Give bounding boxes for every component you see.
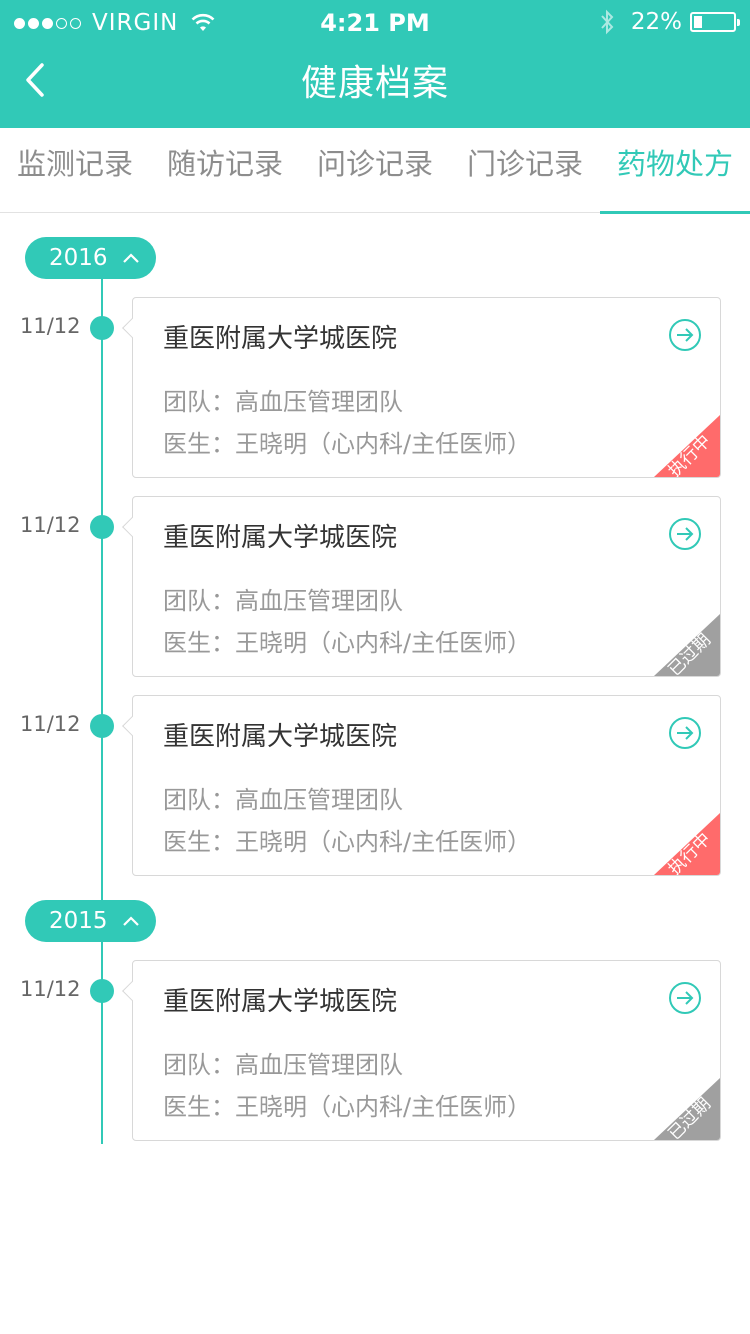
arrow-right-circle-icon[interactable] [668, 716, 702, 750]
status-ribbon: 执行中 [654, 415, 720, 477]
doctor-info: 医生：王晓明（心内科/主任医师） [163, 828, 532, 856]
status-ribbon: 执行中 [654, 813, 720, 875]
app-header: VIRGIN 4:21 PM 22% 健康档案 [0, 0, 750, 128]
arrow-right-circle-icon[interactable] [668, 318, 702, 352]
status-ribbon: 已过期 [654, 1078, 720, 1140]
prescription-card[interactable]: 重医附属大学城医院 团队：高血压管理团队 医生：王晓明（心内科/主任医师） 已过… [132, 960, 721, 1141]
entry-date: 11/12 [20, 314, 81, 338]
tab-medication-prescriptions[interactable]: 药物处方 [600, 128, 750, 214]
doctor-info: 医生：王晓明（心内科/主任医师） [163, 430, 532, 458]
battery-nub [737, 19, 740, 26]
bluetooth-icon [601, 9, 614, 35]
timeline-dot [90, 979, 114, 1003]
entry-date: 11/12 [20, 712, 81, 736]
prescription-card[interactable]: 重医附属大学城医院 团队：高血压管理团队 医生：王晓明（心内科/主任医师） 执行… [132, 297, 721, 478]
timeline-dot [90, 316, 114, 340]
tab-followup-records[interactable]: 随访记录 [150, 128, 300, 213]
tab-outpatient-records[interactable]: 门诊记录 [450, 128, 600, 213]
prescription-card[interactable]: 重医附属大学城医院 团队：高血压管理团队 医生：王晓明（心内科/主任医师） 执行… [132, 695, 721, 876]
year-toggle-2016[interactable]: 2016 [25, 237, 156, 279]
tab-consultation-records[interactable]: 问诊记录 [300, 128, 450, 213]
hospital-name: 重医附属大学城医院 [163, 523, 398, 553]
prescription-card[interactable]: 重医附属大学城医院 团队：高血压管理团队 医生：王晓明（心内科/主任医师） 已过… [132, 496, 721, 677]
hospital-name: 重医附属大学城医院 [163, 987, 398, 1017]
timeline-line [101, 278, 103, 901]
hospital-name: 重医附属大学城医院 [163, 324, 398, 354]
timeline-line [101, 941, 103, 1144]
doctor-info: 医生：王晓明（心内科/主任医师） [163, 1093, 532, 1121]
team-info: 团队：高血压管理团队 [163, 388, 403, 416]
team-info: 团队：高血压管理团队 [163, 1051, 403, 1079]
year-label: 2015 [49, 908, 108, 934]
chevron-up-icon [122, 916, 139, 926]
arrow-right-circle-icon[interactable] [668, 517, 702, 551]
year-toggle-2015[interactable]: 2015 [25, 900, 156, 942]
tab-monitoring-records[interactable]: 监测记录 [0, 128, 150, 213]
status-ribbon: 已过期 [654, 614, 720, 676]
arrow-right-circle-icon[interactable] [668, 981, 702, 1015]
tab-bar: 监测记录 随访记录 问诊记录 门诊记录 药物处方 [0, 128, 750, 214]
timeline-dot [90, 515, 114, 539]
battery-fill [694, 16, 702, 28]
hospital-name: 重医附属大学城医院 [163, 722, 398, 752]
status-bar: VIRGIN 4:21 PM 22% [0, 0, 750, 48]
year-label: 2016 [49, 245, 108, 271]
chevron-up-icon [122, 253, 139, 263]
entry-date: 11/12 [20, 977, 81, 1001]
battery-percent: 22% [630, 9, 682, 35]
team-info: 团队：高血压管理团队 [163, 786, 403, 814]
page-title: 健康档案 [300, 63, 449, 104]
team-info: 团队：高血压管理团队 [163, 587, 403, 615]
entry-date: 11/12 [20, 513, 81, 537]
doctor-info: 医生：王晓明（心内科/主任医师） [163, 629, 532, 657]
status-right: 22% [599, 9, 740, 35]
timeline-dot [90, 714, 114, 738]
battery-icon [690, 12, 740, 32]
